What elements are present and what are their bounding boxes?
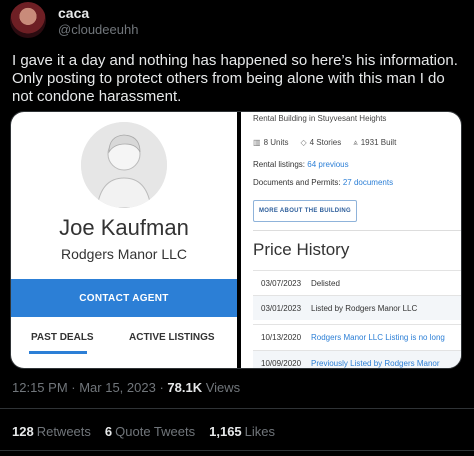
listing-link[interactable]: Rodgers Manor LLC Listing is no long: [311, 333, 445, 342]
avatar[interactable]: [10, 2, 46, 38]
documents-link[interactable]: 27 documents: [343, 178, 393, 187]
more-about-building-button[interactable]: MORE ABOUT THE BUILDING: [253, 200, 357, 222]
tweet-date[interactable]: Mar 15, 2023: [79, 380, 156, 395]
person-placeholder-icon: [81, 122, 167, 208]
table-row[interactable]: 10/13/2020 Rodgers Manor LLC Listing is …: [253, 324, 461, 349]
table-row: 03/01/2023 Listed by Rodgers Manor LLC: [253, 295, 461, 320]
layers-icon: ◇: [300, 138, 307, 147]
tweet-meta: 12:15 PM · Mar 15, 2023 · 78.1K Views: [12, 380, 241, 395]
building-icon: ▥: [253, 138, 261, 147]
views-label: Views: [205, 380, 241, 395]
rental-listings-link[interactable]: 64 previous: [307, 160, 348, 169]
table-row: 03/07/2023 Delisted: [253, 270, 461, 295]
agent-photo: [81, 122, 167, 208]
listing-link[interactable]: Previously Listed by Rodgers Manor: [311, 359, 440, 368]
likes-stat[interactable]: 1,165 Likes: [209, 424, 275, 439]
building-subtitle: Rental Building in Stuyvesant Heights: [253, 114, 387, 123]
author-name[interactable]: caca: [58, 5, 89, 21]
building-stats: ▥ 8 Units ◇ 4 Stories ⩓ 1931 Built: [253, 138, 396, 148]
price-history-title: Price History: [253, 240, 350, 259]
crane-icon: ⩓: [353, 138, 358, 147]
rental-listings-line: Rental listings: 64 previous: [253, 160, 349, 169]
engagement-stats: 128 Retweets 6 Quote Tweets 1,165 Likes: [12, 424, 275, 439]
quotes-stat[interactable]: 6 Quote Tweets: [105, 424, 195, 439]
retweets-stat[interactable]: 128 Retweets: [12, 424, 91, 439]
building-info-screenshot[interactable]: Rental Building in Stuyvesant Heights ▥ 8…: [241, 112, 461, 368]
built-stat: ⩓ 1931 Built: [353, 138, 397, 147]
agent-name: Joe Kaufman: [59, 215, 189, 240]
divider: [0, 450, 474, 451]
documents-line: Documents and Permits: 27 documents: [253, 178, 394, 187]
agent-profile-screenshot[interactable]: Joe Kaufman Rodgers Manor LLC CONTACT AG…: [11, 112, 237, 368]
tab-active-listings[interactable]: ACTIVE LISTINGS: [129, 332, 215, 343]
contact-agent-button[interactable]: CONTACT AGENT: [11, 279, 237, 317]
author-handle[interactable]: @cloudeeuhh: [58, 22, 138, 37]
divider: [0, 408, 474, 409]
views-count: 78.1K: [167, 380, 203, 395]
tab-past-deals[interactable]: PAST DEALS: [31, 332, 94, 343]
units-stat: ▥ 8 Units: [253, 138, 289, 147]
tweet-media[interactable]: Joe Kaufman Rodgers Manor LLC CONTACT AG…: [10, 111, 462, 369]
divider: [253, 230, 461, 231]
tweet-text: I gave it a day and nothing has happened…: [12, 52, 458, 105]
tweet-time[interactable]: 12:15 PM: [12, 380, 68, 395]
active-tab-indicator: [29, 351, 87, 354]
table-row[interactable]: 10/09/2020 Previously Listed by Rodgers …: [253, 350, 461, 368]
agent-company: Rodgers Manor LLC: [60, 246, 188, 262]
stories-stat: ◇ 4 Stories: [300, 138, 342, 147]
